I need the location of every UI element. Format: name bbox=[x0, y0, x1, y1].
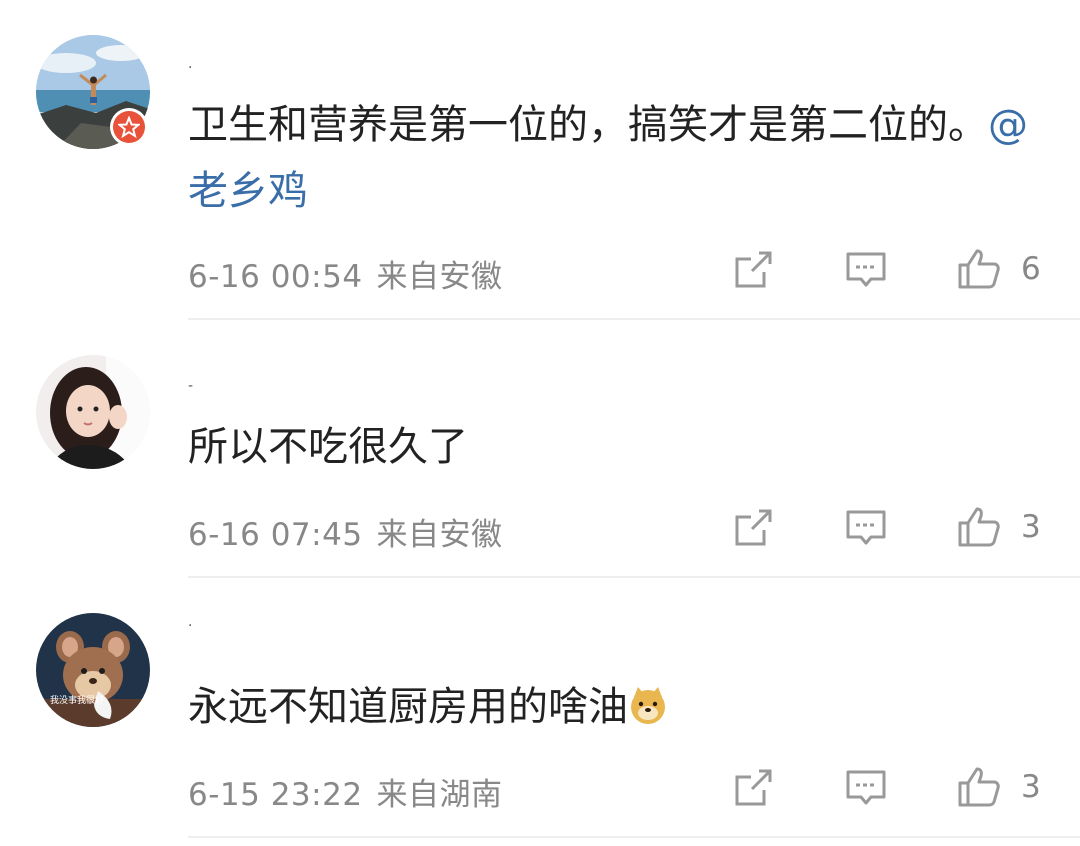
verified-badge-icon bbox=[110, 108, 148, 146]
comment-text-content: 永远不知道厨房用的啥油 bbox=[188, 684, 628, 730]
comment-meta: 6-16 00:54 来自安徽 bbox=[188, 251, 503, 296]
comment-meta: 6-16 07:45 来自安徽 bbox=[188, 509, 503, 554]
location: 来自湖南 bbox=[376, 777, 503, 813]
divider bbox=[188, 836, 1080, 838]
reply-icon[interactable] bbox=[844, 248, 888, 292]
comment-item: - 所以不吃很久了 6-16 07:45 来自安徽 3 bbox=[0, 320, 1080, 578]
like-count: 3 bbox=[1021, 769, 1041, 805]
comment-text-content: 所以不吃很久了 bbox=[188, 424, 468, 470]
doge-emoji-icon bbox=[631, 687, 665, 724]
like-icon[interactable] bbox=[957, 764, 1001, 808]
avatar[interactable] bbox=[36, 355, 150, 469]
share-icon[interactable] bbox=[731, 766, 775, 810]
avatar-caption: 我没事我很好 bbox=[50, 696, 105, 706]
timestamp: 6-15 23:22 bbox=[188, 777, 363, 813]
comment-text: 卫生和营养是第一位的，搞笑才是第二位的。@老乡鸡 bbox=[188, 92, 1028, 224]
like-icon[interactable] bbox=[957, 246, 1001, 290]
username[interactable]: · bbox=[188, 618, 194, 634]
avatar[interactable]: 我没事我很好 bbox=[36, 613, 150, 727]
comment-meta: 6-15 23:22 来自湖南 bbox=[188, 769, 503, 814]
username[interactable]: · bbox=[188, 60, 194, 76]
comment-text: 永远不知道厨房用的啥油 bbox=[188, 674, 1028, 740]
comment-text-content: 卫生和营养是第一位的，搞笑才是第二位的。 bbox=[188, 102, 988, 148]
comment-item: 我没事我很好 · 永远不知道厨房用的啥油 6-15 23:22 来自湖南 3 bbox=[0, 578, 1080, 846]
like-count: 6 bbox=[1021, 251, 1041, 287]
timestamp: 6-16 07:45 bbox=[188, 517, 363, 553]
location: 来自安徽 bbox=[376, 259, 503, 295]
like-count: 3 bbox=[1021, 509, 1041, 545]
timestamp: 6-16 00:54 bbox=[188, 259, 363, 295]
username[interactable]: - bbox=[188, 378, 195, 394]
location: 来自安徽 bbox=[376, 517, 503, 553]
share-icon[interactable] bbox=[731, 248, 775, 292]
like-icon[interactable] bbox=[957, 504, 1001, 548]
comment-text: 所以不吃很久了 bbox=[188, 414, 1028, 480]
reply-icon[interactable] bbox=[844, 766, 888, 810]
comment-item: · 卫生和营养是第一位的，搞笑才是第二位的。@老乡鸡 6-16 00:54 来自安… bbox=[0, 0, 1080, 320]
share-icon[interactable] bbox=[731, 506, 775, 550]
reply-icon[interactable] bbox=[844, 506, 888, 550]
